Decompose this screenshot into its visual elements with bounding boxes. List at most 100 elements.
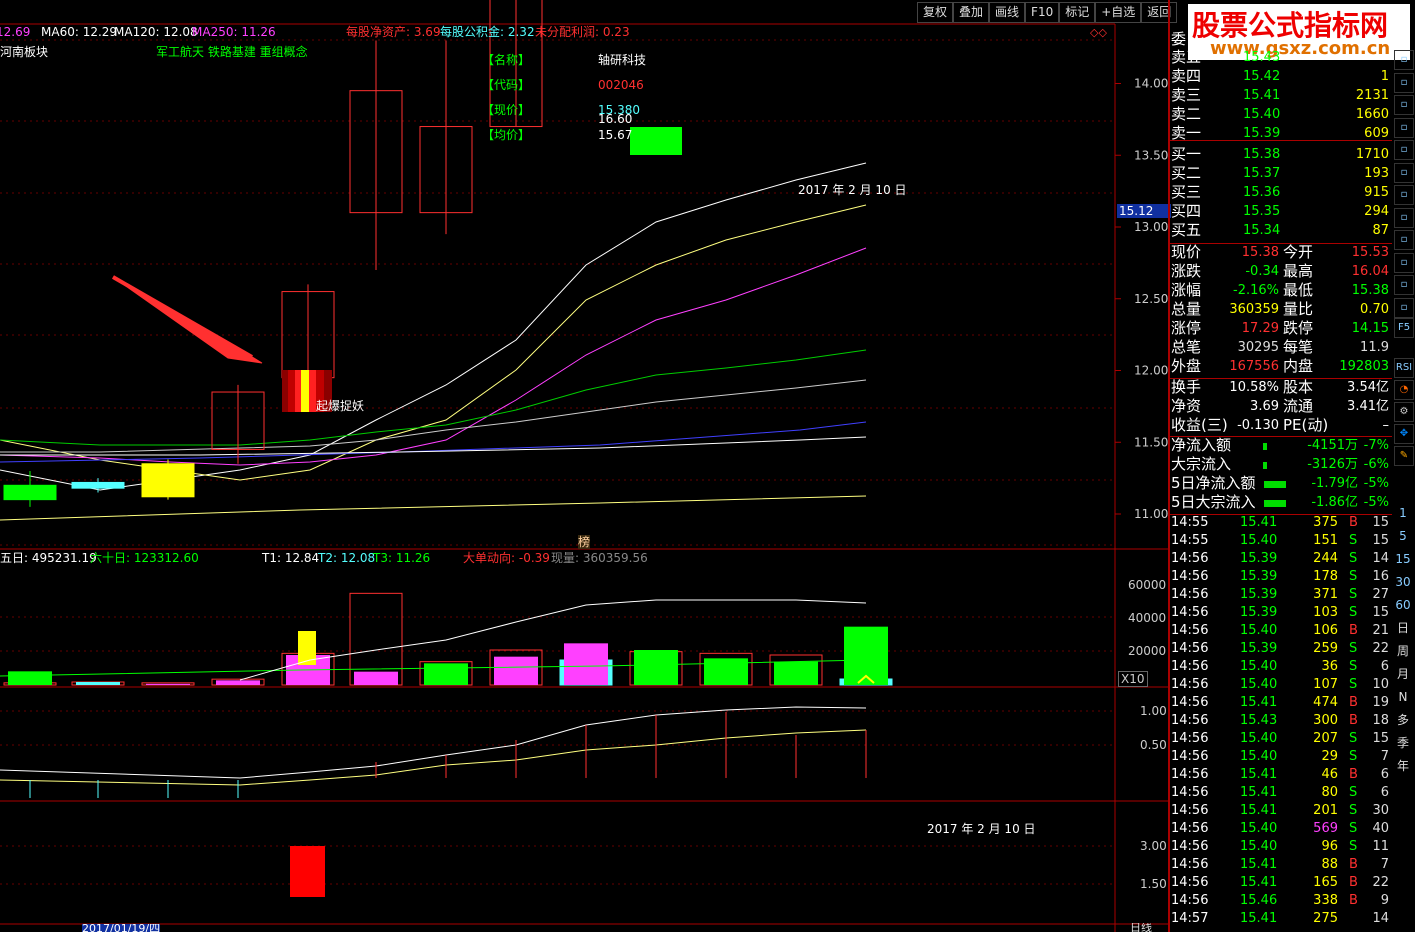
bottom-tab[interactable]: 日线 [1130,923,1152,932]
clock-icon[interactable]: ▫ [1394,275,1414,295]
f5-button[interactable]: F5 [1394,318,1414,338]
tick-price: 15.39 [1240,641,1278,656]
list-icon[interactable]: ▫ [1394,72,1414,93]
grid-icon[interactable]: ▫ [1394,207,1414,228]
buy-level-price: 15.35 [1243,204,1281,219]
flow-pct: -6% [1363,457,1389,472]
flow-label: 大宗流入 [1171,455,1232,473]
rsi-button[interactable]: RSI [1394,358,1414,378]
volume-fill [494,656,538,685]
tick-time: 14:56 [1171,659,1209,674]
period-tab[interactable]: 月 [1395,665,1411,683]
tick-count: 14 [1372,551,1389,566]
tick-volume: 80 [1321,785,1338,800]
kline-chart[interactable]: 17.5017.0016.5016.0015.5015.0014.5014.00… [0,0,1168,932]
back-button[interactable]: 返回 [1141,2,1178,23]
period-tab[interactable]: 1 [1395,504,1411,522]
chart-icon[interactable]: ▫ [1394,117,1414,138]
qibao-stripe [301,370,309,412]
tick-time: 14:56 [1171,713,1209,728]
tick-count: 6 [1380,767,1389,782]
overlay-button[interactable]: 叠加 [953,2,990,23]
ma-line [0,204,867,481]
period-tab[interactable]: N [1395,688,1411,706]
stat-value: 30295 [1237,340,1279,355]
stat-label: 总量 [1171,300,1202,318]
add-watchlist-button[interactable]: +自选 [1095,2,1142,23]
table-icon[interactable]: ▫ [1394,95,1414,115]
vol-t2: T2: 12.08 [318,551,376,565]
tick-time: 14:56 [1171,893,1209,908]
tick-count: 7 [1380,857,1389,872]
draw-line-button[interactable]: 画线 [989,2,1026,23]
settings-icon[interactable]: ⚙ [1394,402,1414,422]
info-avg-value: 15.67 [598,128,633,142]
grid2-icon[interactable]: ▫ [1394,230,1414,250]
period-tab[interactable]: 15 [1395,550,1411,568]
price-axis-label: 14.00 [1134,77,1168,91]
tick-time: 14:55 [1171,515,1209,530]
diamond-icon[interactable]: ◇◇ [1090,26,1107,40]
tick-count: 7 [1380,749,1389,764]
bar-icon[interactable]: ▫ [1394,140,1414,160]
tick-side: S [1349,677,1358,692]
tick-volume: 106 [1313,623,1338,638]
period-tab[interactable]: 日 [1395,619,1411,637]
fz-icon[interactable]: ▫ [1394,252,1414,273]
period-tab[interactable]: 年 [1395,757,1411,775]
tick-count: 18 [1372,713,1389,728]
price-axis-label: 12.50 [1134,292,1168,306]
stat-value: 16.04 [1351,264,1389,279]
sell-level-price: 15.43 [1243,50,1281,65]
tick-side: S [1349,785,1358,800]
period-tab[interactable]: 60 [1395,596,1411,614]
fund-value: 3.41亿 [1347,399,1389,414]
stat-value: 0.70 [1360,302,1389,317]
tick-price: 15.40 [1240,821,1278,836]
sell-level-volume: 2131 [1355,88,1389,103]
tick-price: 15.40 [1240,839,1278,854]
info-price-label: 【现价】 [482,103,531,117]
volume-fill [564,643,608,685]
period-tab[interactable]: 季 [1395,734,1411,752]
panel-separator [1170,140,1392,141]
f10-button[interactable]: F10 [1025,2,1060,23]
tick-volume: 259 [1313,641,1338,656]
tick-time: 14:56 [1171,677,1209,692]
ma250-label: MA250: 11.26 [192,25,276,39]
pen-icon[interactable]: ✎ [1394,446,1414,466]
period-tab[interactable]: 30 [1395,573,1411,591]
tick-side: B [1349,713,1358,728]
indicator-axis-label: 0.50 [1140,738,1167,752]
flow-pct: -5% [1363,476,1389,491]
mark-button[interactable]: 标记 [1059,2,1096,23]
buy-level-volume: 915 [1364,185,1389,200]
f10-icon[interactable]: ▫ [1394,185,1414,205]
tick-side: S [1349,587,1358,602]
tick-volume: 46 [1321,767,1338,782]
tick-side: S [1349,731,1358,746]
candle-body [71,481,125,489]
tick-side: B [1349,875,1358,890]
tick-time: 14:56 [1171,839,1209,854]
sell-level-label: 卖二 [1171,105,1202,123]
refresh-icon[interactable]: ◔ [1394,380,1414,400]
stat-value: -2.16% [1233,283,1279,298]
tick-time: 14:56 [1171,785,1209,800]
period-tab[interactable]: 周 [1395,642,1411,660]
tick-volume: 96 [1321,839,1338,854]
window-icon[interactable]: ▫ [1394,50,1414,70]
tick-volume: 207 [1313,731,1338,746]
circle-icon[interactable]: ▫ [1394,297,1414,318]
period-tab[interactable]: 多 [1395,711,1411,729]
fuquan-button[interactable]: 复权 [917,2,954,23]
tick-side: B [1349,623,1358,638]
tick-price: 15.41 [1240,785,1278,800]
panel-separator [1170,378,1392,379]
fund-value: -0.130 [1237,418,1279,433]
move-icon[interactable]: ✥ [1394,424,1414,444]
candle-icon[interactable]: ▫ [1394,162,1414,183]
flow-value: -4151万 [1307,438,1358,453]
period-tab[interactable]: 5 [1395,527,1411,545]
tick-price: 15.40 [1240,677,1278,692]
